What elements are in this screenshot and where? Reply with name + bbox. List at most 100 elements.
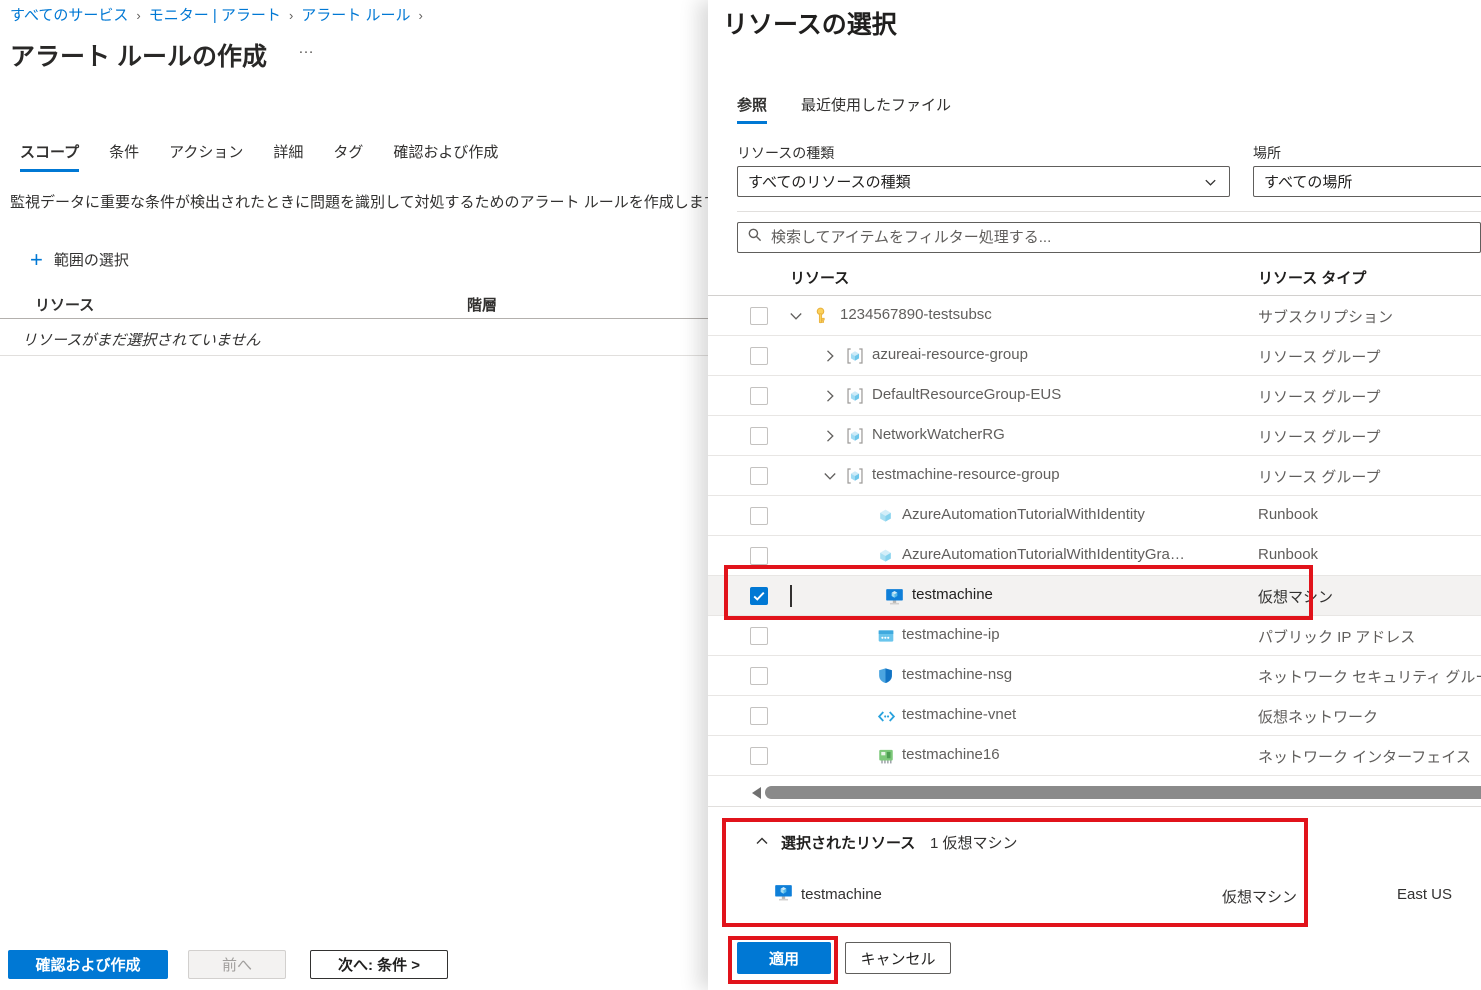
next-condition-button[interactable]: 次へ: 条件 >	[310, 950, 448, 979]
resource-type: 仮想マシン	[1258, 586, 1333, 607]
breadcrumb-monitor-alerts[interactable]: モニター | アラート	[149, 7, 281, 24]
tab-details[interactable]: 詳細	[273, 141, 303, 172]
resource-group-icon	[846, 427, 864, 445]
row-checkbox[interactable]	[750, 507, 768, 525]
resource-name: NetworkWatcherRG	[872, 426, 1005, 443]
row-checkbox[interactable]	[750, 387, 768, 405]
resource-type: Runbook	[1258, 506, 1318, 523]
resource-type-dropdown[interactable]: すべてのリソースの種類	[737, 166, 1230, 197]
resource-table-header: リソース リソース タイプ	[708, 259, 1481, 296]
resource-row[interactable]: testmachine-ip パブリック IP アドレス	[708, 616, 1481, 656]
resource-row[interactable]: testmachine-nsgネットワーク セキュリティ グループ	[708, 656, 1481, 696]
wizard-footer: 確認および作成 前へ 次へ: 条件 >	[8, 950, 448, 979]
row-checkbox[interactable]	[750, 667, 768, 685]
resource-row[interactable]: testmachine-vnet仮想ネットワーク	[708, 696, 1481, 736]
location-dropdown[interactable]: すべての場所	[1253, 166, 1481, 197]
resource-type: Runbook	[1258, 546, 1318, 563]
resource-name: testmachine	[912, 586, 993, 603]
breadcrumb-separator-icon: ›	[136, 8, 140, 23]
filter-divider	[737, 211, 1481, 212]
breadcrumb-alert-rules[interactable]: アラート ルール	[301, 7, 410, 24]
expand-chevron-icon[interactable]	[822, 428, 838, 444]
resource-name: testmachine-resource-group	[872, 466, 1060, 483]
resource-row[interactable]: testmachine16ネットワーク インターフェイス	[708, 736, 1481, 776]
divider	[708, 806, 1481, 807]
scroll-left-arrow-icon[interactable]	[752, 787, 761, 799]
row-checkbox[interactable]	[750, 547, 768, 565]
expand-chevron-icon[interactable]	[822, 388, 838, 404]
scope-empty-text: リソースがまだ選択されていません	[22, 329, 260, 350]
runbook-icon	[877, 507, 895, 525]
collapse-chevron-icon[interactable]	[788, 308, 804, 324]
horizontal-scrollbar[interactable]	[708, 785, 1481, 800]
wizard-tabs: スコープ 条件 アクション 詳細 タグ 確認および作成	[20, 141, 498, 172]
resource-name: AzureAutomationTutorialWithIdentityGra…	[902, 546, 1185, 563]
resource-type: サブスクリプション	[1258, 306, 1393, 327]
select-resource-panel: リソースの選択 参照 最近使用したファイル リソースの種類 場所 すべてのリソー…	[708, 0, 1481, 990]
resource-name: testmachine16	[902, 746, 1000, 763]
resource-row[interactable]: NetworkWatcherRGリソース グループ	[708, 416, 1481, 456]
collapse-chevron-icon[interactable]	[822, 468, 838, 484]
resource-search[interactable]	[737, 222, 1481, 253]
search-input[interactable]	[771, 229, 1471, 246]
breadcrumb: すべてのサービス›モニター | アラート›アラート ルール›	[10, 4, 431, 25]
runbook-icon	[877, 547, 895, 565]
tab-recent[interactable]: 最近使用したファイル	[801, 94, 951, 124]
selected-resources-label: 選択されたリソース	[781, 832, 915, 853]
row-checkbox[interactable]	[750, 467, 768, 485]
resource-row[interactable]: testmachine-resource-groupリソース グループ	[708, 456, 1481, 496]
selected-resources-count: 1 仮想マシン	[930, 832, 1018, 853]
selected-item-name: testmachine	[801, 886, 882, 903]
resource-row[interactable]: testmachine 仮想マシン	[708, 576, 1481, 616]
tab-review-create[interactable]: 確認および作成	[393, 141, 498, 172]
select-scope-button[interactable]: + 範囲の選択	[30, 249, 129, 270]
resource-row[interactable]: AzureAutomationTutorialWithIdentity Runbo…	[708, 496, 1481, 536]
select-scope-label: 範囲の選択	[54, 249, 129, 270]
azure-portal-page: すべてのサービス›モニター | アラート›アラート ルール› アラート ルールの…	[0, 0, 1481, 990]
breadcrumb-separator-icon: ›	[289, 8, 293, 23]
resource-type: リソース グループ	[1258, 346, 1381, 367]
review-create-button[interactable]: 確認および作成	[8, 950, 168, 979]
public-ip-icon	[877, 627, 895, 645]
resource-type: 仮想ネットワーク	[1258, 706, 1378, 727]
tab-tags[interactable]: タグ	[333, 141, 363, 172]
resource-row[interactable]: 1234567890-testsubscサブスクリプション	[708, 296, 1481, 336]
cancel-button[interactable]: キャンセル	[845, 942, 951, 974]
row-checkbox[interactable]	[750, 747, 768, 765]
resource-type-value: すべてのリソースの種類	[748, 171, 911, 192]
panel-tabs: 参照 最近使用したファイル	[737, 94, 951, 124]
collapse-section-chevron-icon[interactable]	[754, 833, 770, 849]
tab-scope[interactable]: スコープ	[20, 141, 79, 172]
page-title: アラート ルールの作成	[10, 37, 267, 73]
more-icon[interactable]: …	[298, 40, 316, 58]
resource-name: testmachine-ip	[902, 626, 1000, 643]
tab-condition[interactable]: 条件	[109, 141, 139, 172]
nsg-icon	[877, 667, 895, 685]
row-checkbox[interactable]	[750, 707, 768, 725]
panel-footer: 適用 キャンセル	[737, 942, 951, 974]
row-checkbox[interactable]	[750, 627, 768, 645]
col-resource-type: リソース タイプ	[1258, 267, 1366, 288]
resource-row[interactable]: DefaultResourceGroup-EUS リソース グループ	[708, 376, 1481, 416]
row-checkbox-checked[interactable]	[750, 587, 768, 605]
scope-col-resource: リソース	[35, 294, 94, 315]
breadcrumb-all-services[interactable]: すべてのサービス	[10, 7, 128, 24]
resource-type-label: リソースの種類	[737, 143, 834, 163]
tab-browse[interactable]: 参照	[737, 94, 767, 124]
resource-table-body: 1234567890-testsubscサブスクリプションazureai-res…	[708, 296, 1481, 776]
row-checkbox[interactable]	[750, 307, 768, 325]
expand-chevron-icon[interactable]	[822, 348, 838, 364]
tab-actions[interactable]: アクション	[169, 141, 243, 172]
row-checkbox[interactable]	[750, 347, 768, 365]
row-checkbox[interactable]	[750, 427, 768, 445]
selected-item-location: East US	[1397, 886, 1452, 903]
resource-type: リソース グループ	[1258, 386, 1381, 407]
resource-name: DefaultResourceGroup-EUS	[872, 386, 1061, 403]
resource-type: パブリック IP アドレス	[1258, 626, 1415, 647]
resource-name: AzureAutomationTutorialWithIdentity	[902, 506, 1145, 523]
apply-button[interactable]: 適用	[737, 942, 831, 974]
scrollbar-thumb[interactable]	[765, 786, 1481, 799]
resource-row[interactable]: AzureAutomationTutorialWithIdentityGra… R…	[708, 536, 1481, 576]
resource-row[interactable]: azureai-resource-groupリソース グループ	[708, 336, 1481, 376]
page-description: 監視データに重要な条件が検出されたときに問題を識別して対処するためのアラート ル…	[10, 191, 710, 212]
